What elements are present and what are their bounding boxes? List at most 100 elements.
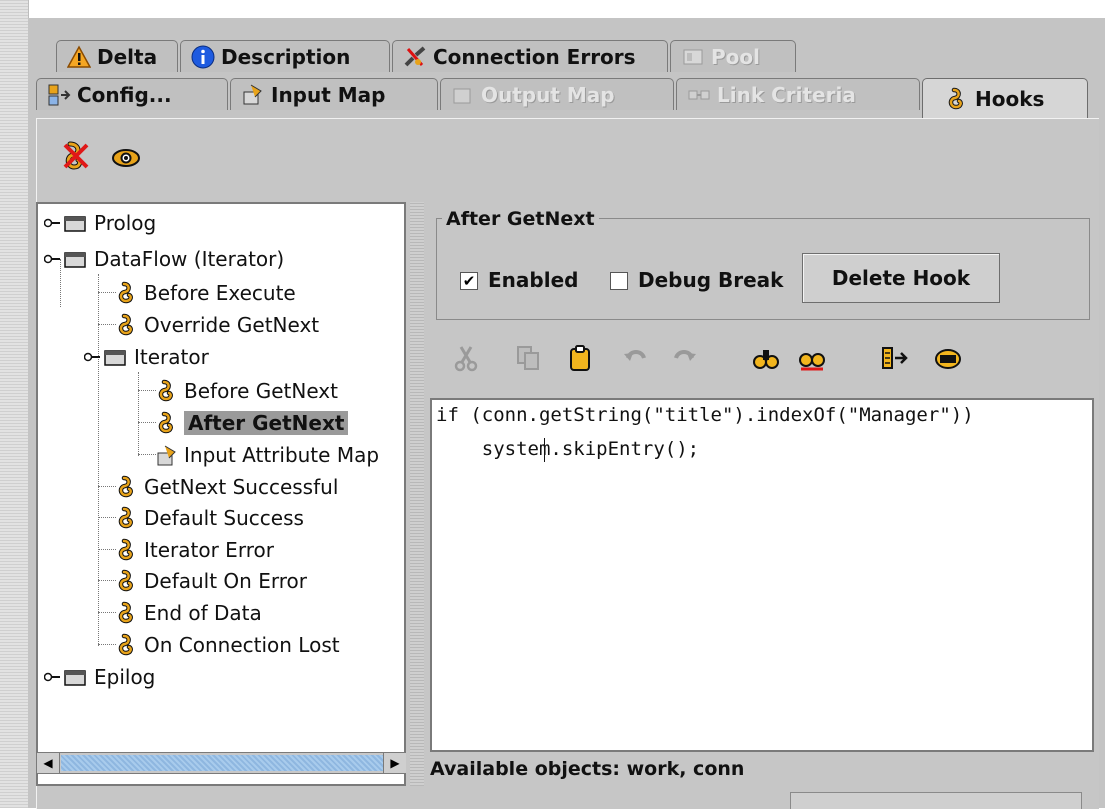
code-line-2: system.skipEntry(); xyxy=(436,438,700,460)
tab-label: Pool xyxy=(711,44,760,69)
folder-icon xyxy=(64,251,86,268)
undo-icon[interactable] xyxy=(622,344,650,372)
debug-break-label: Debug Break xyxy=(638,268,784,292)
tab-hooks[interactable]: Hooks xyxy=(922,78,1088,118)
tab-delta[interactable]: Delta xyxy=(56,40,178,72)
tree-node-dataflow[interactable]: DataFlow (Iterator) xyxy=(44,244,284,274)
tree-connector xyxy=(98,292,116,293)
tree-connector xyxy=(98,612,116,613)
view-icon[interactable] xyxy=(110,142,142,174)
tree-node-iterator[interactable]: Iterator xyxy=(84,342,209,372)
hook-tree[interactable]: Prolog DataFlow (Iterator) Before Execut… xyxy=(36,202,406,786)
tab-output-map[interactable]: Output Map xyxy=(440,78,674,110)
tab-connection-errors[interactable]: Connection Errors xyxy=(392,40,668,72)
tree-node-label: Iterator xyxy=(134,345,209,369)
tree-connector xyxy=(98,486,116,487)
tree-node-override-getnext[interactable]: Override GetNext xyxy=(116,310,319,340)
goto-line-icon[interactable] xyxy=(880,344,908,372)
tree-node-label: DataFlow (Iterator) xyxy=(94,247,285,271)
tree-connector xyxy=(98,274,99,646)
tree-node-label: Epilog xyxy=(94,665,156,689)
find-replace-icon[interactable] xyxy=(798,344,826,372)
tab-link-criteria[interactable]: Link Criteria xyxy=(676,78,920,110)
paste-icon[interactable] xyxy=(566,344,594,372)
collapse-handle-icon[interactable] xyxy=(84,351,100,363)
pool-icon xyxy=(683,49,703,64)
tree-node-epilog[interactable]: Epilog xyxy=(44,662,155,692)
tree-node-label: Before Execute xyxy=(144,281,296,305)
enabled-checkbox[interactable]: ✔ xyxy=(460,272,478,290)
output-map-icon xyxy=(453,88,471,103)
tab-input-map[interactable]: Input Map xyxy=(230,78,438,110)
tree-node-label: Default Success xyxy=(144,506,304,530)
find-icon[interactable] xyxy=(752,344,780,372)
tree-node-default-success[interactable]: Default Success xyxy=(116,503,304,533)
config-icon xyxy=(48,84,71,105)
panel-splitter[interactable] xyxy=(410,202,424,786)
tree-node-label: Before GetNext xyxy=(184,379,338,403)
tab-label: Delta xyxy=(97,44,158,69)
tab-pool[interactable]: Pool xyxy=(670,40,796,72)
broken-link-icon xyxy=(404,45,426,66)
debug-break-checkbox[interactable] xyxy=(610,272,628,290)
delete-hook-button[interactable]: Delete Hook xyxy=(802,253,1000,303)
collapse-handle-icon[interactable] xyxy=(44,253,60,265)
tab-config[interactable]: Config... xyxy=(36,78,228,110)
tree-node-label: Input Attribute Map xyxy=(184,443,380,467)
hook-icon xyxy=(118,506,133,529)
tab-label: Connection Errors xyxy=(433,44,636,69)
tree-connector xyxy=(98,644,116,645)
tree-connector xyxy=(98,517,116,518)
tab-label: Description xyxy=(221,44,351,69)
tree-connector xyxy=(138,454,156,455)
edit-icon[interactable] xyxy=(934,344,962,372)
hook-icon xyxy=(118,601,133,624)
tree-node-getnext-successful[interactable]: GetNext Successful xyxy=(116,472,338,502)
copy-icon[interactable] xyxy=(514,344,542,372)
cut-icon[interactable] xyxy=(452,344,480,372)
tree-horizontal-scrollbar[interactable]: ◀ ▶ xyxy=(36,752,406,774)
scroll-right-arrow-icon[interactable]: ▶ xyxy=(383,753,406,773)
enabled-label: Enabled xyxy=(488,268,579,292)
tree-connector xyxy=(98,549,116,550)
script-editor[interactable]: if (conn.getString("title").indexOf("Man… xyxy=(430,398,1094,752)
tab-label: Hooks xyxy=(975,86,1045,111)
code-line-1: if (conn.getString("title").indexOf("Man… xyxy=(436,404,974,426)
scrollbar-thumb[interactable] xyxy=(61,755,383,771)
tree-node-label: End of Data xyxy=(144,601,262,625)
redo-icon[interactable] xyxy=(670,344,698,372)
tab-label: Config... xyxy=(77,82,172,107)
hook-icon xyxy=(118,475,133,498)
hook-icon xyxy=(118,313,133,336)
tree-node-input-attribute-map[interactable]: Input Attribute Map xyxy=(156,440,379,470)
tree-node-after-getnext[interactable]: After GetNext xyxy=(156,408,349,438)
tree-node-before-getnext[interactable]: Before GetNext xyxy=(156,376,338,406)
tree-node-label: Iterator Error xyxy=(144,538,274,562)
tree-node-iterator-error[interactable]: Iterator Error xyxy=(116,535,274,565)
tree-node-label-selected: After GetNext xyxy=(184,411,349,435)
tab-label: Input Map xyxy=(271,82,386,107)
tree-node-before-execute[interactable]: Before Execute xyxy=(116,278,296,308)
tree-node-end-of-data[interactable]: End of Data xyxy=(116,598,262,628)
tab-label: Link Criteria xyxy=(717,82,856,107)
hook-icon xyxy=(118,569,133,592)
tree-node-prolog[interactable]: Prolog xyxy=(44,208,156,238)
tab-description[interactable]: Description xyxy=(180,40,390,72)
tree-node-on-connection-lost[interactable]: On Connection Lost xyxy=(116,630,340,660)
folder-icon xyxy=(104,349,126,366)
expand-handle-icon[interactable] xyxy=(44,671,60,683)
delete-hook-icon[interactable] xyxy=(60,140,92,172)
input-map-icon xyxy=(243,84,262,104)
tree-node-label: Override GetNext xyxy=(144,313,320,337)
tree-node-label: Default On Error xyxy=(144,569,307,593)
tree-node-default-on-error[interactable]: Default On Error xyxy=(116,566,307,596)
left-splitter[interactable] xyxy=(0,0,29,808)
link-criteria-icon xyxy=(688,90,710,99)
hook-icon xyxy=(118,633,133,656)
scroll-left-arrow-icon[interactable]: ◀ xyxy=(37,753,60,773)
text-cursor xyxy=(544,438,545,462)
expand-handle-icon[interactable] xyxy=(44,217,60,229)
hook-icon xyxy=(118,538,133,561)
tree-connector xyxy=(138,422,156,423)
tree-connector xyxy=(98,324,116,325)
